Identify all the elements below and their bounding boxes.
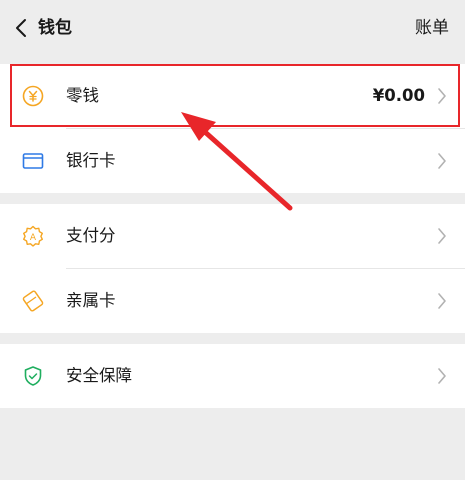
change-label: 零钱 bbox=[66, 86, 99, 105]
wallet-group-services: A 支付分 亲属卡 bbox=[0, 204, 465, 333]
chevron-right-icon bbox=[437, 152, 447, 170]
top-bar: 钱包 账单 bbox=[0, 0, 465, 57]
svg-text:A: A bbox=[30, 233, 37, 243]
page-title: 钱包 bbox=[38, 18, 72, 38]
pay-score-label: 支付分 bbox=[66, 226, 116, 245]
bill-button[interactable]: 账单 bbox=[415, 15, 449, 41]
bank-card-label: 银行卡 bbox=[66, 151, 116, 170]
wallet-group-balance: 零钱 ¥0.00 银行卡 bbox=[0, 64, 465, 193]
change-balance-row[interactable]: 零钱 ¥0.00 bbox=[0, 64, 465, 128]
bank-card-icon bbox=[22, 150, 44, 172]
family-card-label: 亲属卡 bbox=[66, 291, 116, 310]
security-row[interactable]: 安全保障 bbox=[0, 344, 465, 408]
family-card-row[interactable]: 亲属卡 bbox=[0, 269, 465, 333]
back-arrow-icon[interactable] bbox=[10, 14, 32, 42]
bank-card-row[interactable]: 银行卡 bbox=[0, 129, 465, 193]
chevron-right-icon bbox=[437, 87, 447, 105]
pay-score-row[interactable]: A 支付分 bbox=[0, 204, 465, 268]
yen-coin-icon bbox=[22, 85, 44, 107]
security-label: 安全保障 bbox=[66, 366, 132, 385]
chevron-right-icon bbox=[437, 367, 447, 385]
change-amount: ¥0.00 bbox=[372, 86, 425, 105]
security-shield-icon bbox=[22, 365, 44, 387]
chevron-right-icon bbox=[437, 292, 447, 310]
chevron-right-icon bbox=[437, 227, 447, 245]
wallet-group-security: 安全保障 bbox=[0, 344, 465, 408]
pay-score-icon: A bbox=[22, 225, 44, 247]
family-card-icon bbox=[22, 290, 44, 312]
